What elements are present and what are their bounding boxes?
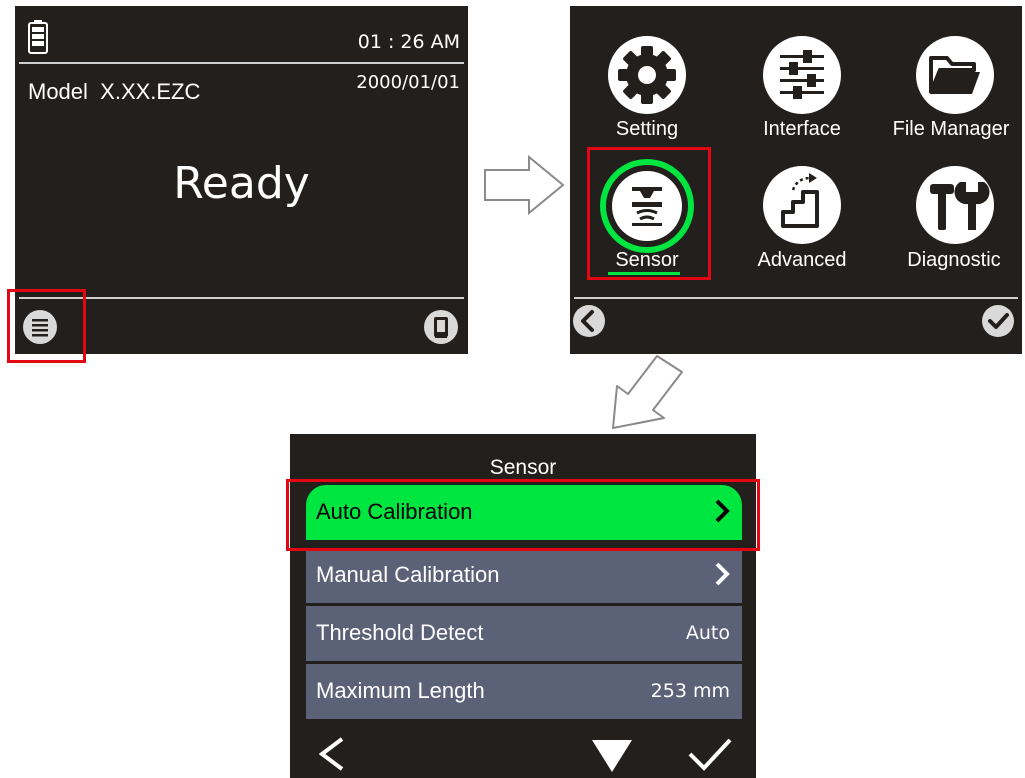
advanced-button[interactable] (763, 166, 841, 244)
menu-row-threshold-detect[interactable]: Threshold Detect Auto (306, 606, 742, 661)
feed-icon[interactable] (423, 309, 459, 345)
clock-date: 2000/01/01 (356, 72, 460, 93)
status-text: Ready (173, 158, 310, 209)
setting-button[interactable] (608, 36, 686, 114)
folder-icon (929, 56, 980, 94)
callout-auto-calibration (286, 479, 760, 551)
callout-menu-button (7, 289, 86, 363)
diagnostic-label: Diagnostic (907, 249, 1001, 271)
chevron-right-icon (715, 562, 730, 586)
confirm-icon[interactable] (981, 304, 1015, 338)
callout-sensor (587, 147, 711, 280)
confirm-check-icon[interactable] (686, 734, 734, 774)
menu-row-maximum-length[interactable]: Maximum Length 253 mm (306, 664, 742, 719)
arrow-down-left-icon (612, 355, 683, 429)
model-info: Model X.XX.EZC (28, 79, 200, 105)
advanced-label: Advanced (757, 249, 847, 271)
arrow-right-icon (484, 154, 565, 216)
top-divider (19, 62, 464, 64)
setting-label: Setting (615, 118, 679, 140)
file-manager-button[interactable] (916, 36, 994, 114)
back-icon[interactable] (572, 304, 606, 338)
clock-time: 01 : 26 AM (357, 31, 460, 53)
model-label: Model (28, 79, 88, 104)
screen-title: Sensor (489, 456, 557, 479)
file-manager-label: File Manager (892, 118, 1010, 140)
gear-icon (618, 46, 676, 104)
diagnostic-button[interactable] (916, 166, 994, 244)
interface-label: Interface (763, 118, 841, 140)
row-value: 253 mm (650, 680, 730, 702)
menu-row-manual-calibration[interactable]: Manual Calibration (306, 548, 742, 603)
row-value: Auto (685, 622, 730, 644)
tools-icon (930, 182, 990, 230)
model-value: X.XX.EZC (100, 79, 201, 104)
row-label: Maximum Length (316, 678, 485, 703)
back-arrow-icon[interactable] (314, 734, 350, 774)
down-arrow-icon[interactable] (590, 736, 634, 774)
interface-button[interactable] (763, 36, 841, 114)
bottom-divider (574, 297, 1018, 299)
battery-icon (28, 20, 48, 54)
sliders-icon (780, 50, 824, 99)
stairs-icon (781, 173, 819, 228)
row-label: Threshold Detect (316, 620, 484, 645)
row-label: Manual Calibration (316, 562, 500, 587)
